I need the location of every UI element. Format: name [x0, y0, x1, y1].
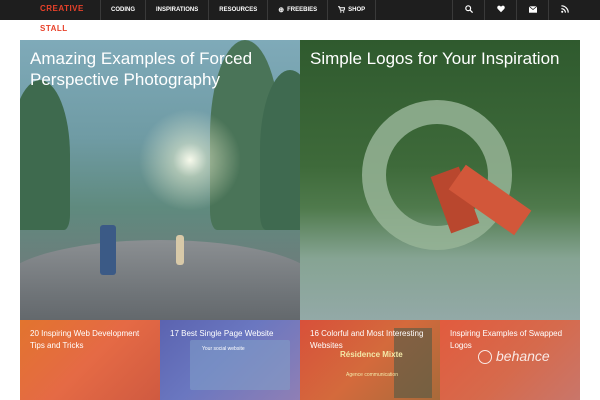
rss-icon — [560, 5, 569, 15]
post-tile-single-page[interactable]: Your social website 17 Best Single Page … — [160, 320, 300, 400]
site-logo-top[interactable]: CREATIVE — [40, 4, 84, 13]
post-tile-preview-text: Your social website — [202, 346, 245, 352]
post-tile-title: 20 Inspiring Web Development Tips and Tr… — [30, 329, 140, 350]
post-tile-title: 17 Best Single Page Website — [170, 329, 274, 338]
photo-figure-hiker — [100, 225, 116, 275]
freebies-icon: ⊕ — [278, 7, 285, 14]
main-nav: CODING INSPIRATIONS RESOURCES ⊕ FREEBIES… — [100, 0, 377, 20]
nav-shop-label: SHOP — [348, 7, 366, 13]
photo-rock — [20, 240, 300, 320]
newsletter-button[interactable] — [516, 0, 548, 20]
post-tile-title: Inspiring Examples of Swapped Logos — [450, 329, 563, 350]
post-tile-web-dev-tips[interactable]: 20 Inspiring Web Development Tips and Tr… — [20, 320, 160, 400]
nav-freebies-label: FREEBIES — [287, 7, 318, 13]
site-logo-bottom[interactable]: STALL — [40, 24, 68, 33]
photo-figure-small — [176, 235, 184, 265]
mail-icon — [528, 5, 537, 15]
photo-tree-shape — [20, 80, 70, 230]
hero-post-title: Simple Logos for Your Inspiration — [310, 49, 560, 68]
nav-shop[interactable]: SHOP — [327, 0, 377, 20]
search-icon — [464, 5, 473, 15]
nav-inspirations-label: INSPIRATIONS — [156, 7, 199, 13]
basketball-icon — [478, 350, 492, 364]
post-tile-swapped-logos[interactable]: behance Inspiring Examples of Swapped Lo… — [440, 320, 580, 400]
nav-resources-label: RESOURCES — [219, 7, 258, 13]
post-tile-preview-subtext: Agence communication — [346, 372, 398, 378]
nav-coding-label: CODING — [111, 7, 135, 13]
post-tile-colorful-websites[interactable]: Résidence Mixte Agence communication 16 … — [300, 320, 440, 400]
nav-coding[interactable]: CODING — [100, 0, 145, 20]
cart-icon — [338, 5, 346, 15]
heart-icon — [496, 5, 505, 15]
favorites-button[interactable] — [484, 0, 516, 20]
hero-post-simple-logos[interactable]: Simple Logos for Your Inspiration — [300, 40, 580, 320]
top-navigation-bar: CREATIVE CODING INSPIRATIONS RESOURCES ⊕… — [0, 0, 600, 20]
rss-button[interactable] — [548, 0, 580, 20]
post-tile-title: 16 Colorful and Most Interesting Website… — [310, 329, 424, 350]
hero-post-forced-perspective[interactable]: Amazing Examples of Forced Perspective P… — [20, 40, 300, 320]
nav-resources[interactable]: RESOURCES — [208, 0, 267, 20]
hero-post-title: Amazing Examples of Forced Perspective P… — [30, 49, 253, 89]
search-button[interactable] — [452, 0, 484, 20]
photo-sunburst — [130, 100, 250, 220]
header-icon-group — [452, 0, 580, 20]
nav-freebies[interactable]: ⊕ FREEBIES — [267, 0, 327, 20]
nav-inspirations[interactable]: INSPIRATIONS — [145, 0, 208, 20]
